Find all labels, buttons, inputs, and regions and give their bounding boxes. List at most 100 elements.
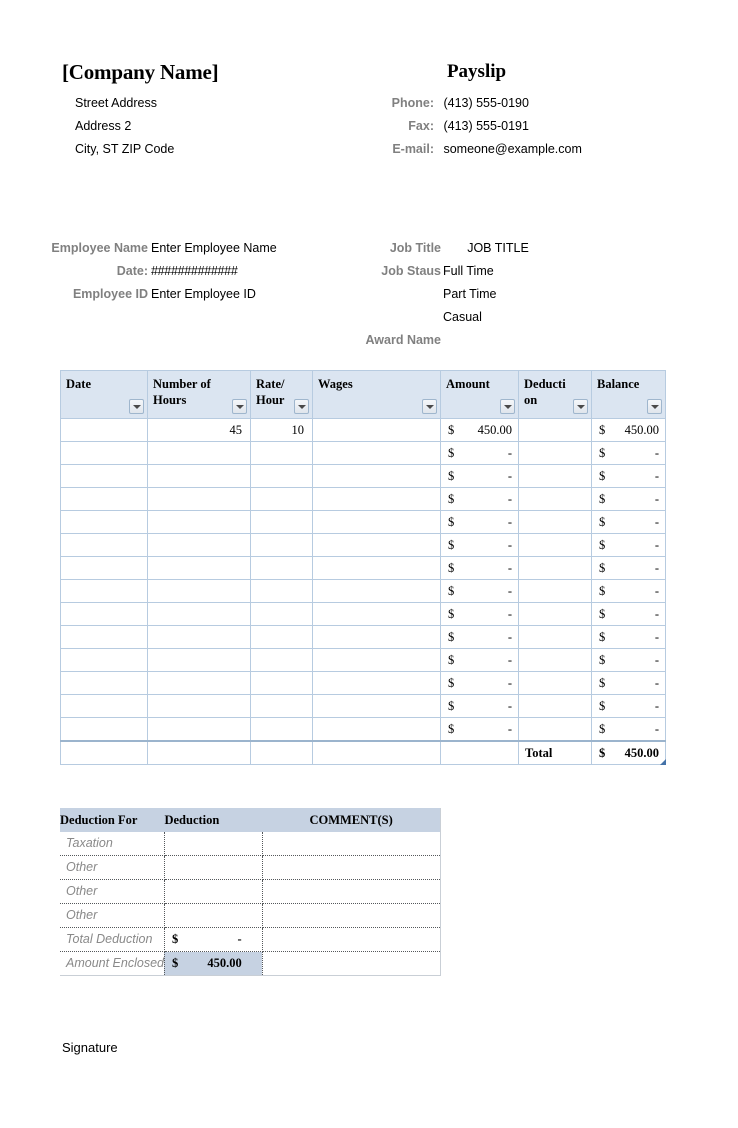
cell-hours[interactable] — [147, 487, 251, 511]
cell-rate[interactable] — [250, 648, 313, 672]
cell-date[interactable] — [60, 556, 148, 580]
deduction-row-comment-cell[interactable] — [262, 903, 442, 928]
cell-hours[interactable] — [147, 579, 251, 603]
filter-dropdown-icon-deduction[interactable] — [573, 399, 588, 414]
filter-dropdown-icon-balance[interactable] — [647, 399, 662, 414]
filter-dropdown-icon-rate[interactable] — [294, 399, 309, 414]
cell-date[interactable] — [60, 441, 148, 465]
cell-deduction[interactable] — [518, 441, 592, 465]
cell-deduction[interactable] — [518, 579, 592, 603]
cell-date[interactable] — [60, 694, 148, 718]
deduction-row-comment-cell[interactable] — [262, 951, 442, 976]
deduction-row-comment-cell[interactable] — [262, 927, 442, 952]
cell-wages[interactable] — [312, 602, 441, 626]
filter-dropdown-icon-date[interactable] — [129, 399, 144, 414]
cell-deduction[interactable] — [518, 648, 592, 672]
cell-rate[interactable] — [250, 464, 313, 488]
cell-hours[interactable] — [147, 556, 251, 580]
cell-wages[interactable] — [312, 464, 441, 488]
cell-deduction[interactable] — [518, 487, 592, 511]
filter-dropdown-icon-hours[interactable] — [232, 399, 247, 414]
cell-rate[interactable] — [250, 602, 313, 626]
cell-date[interactable] — [60, 602, 148, 626]
cell-hours[interactable]: 45 — [147, 418, 251, 442]
cell-deduction[interactable] — [518, 556, 592, 580]
cell-rate[interactable] — [250, 441, 313, 465]
job-title-value[interactable]: JOB TITLE — [443, 241, 553, 255]
cell-rate[interactable] — [250, 556, 313, 580]
cell-wages[interactable] — [312, 510, 441, 534]
cell-date[interactable] — [60, 487, 148, 511]
filter-dropdown-icon-wages[interactable] — [422, 399, 437, 414]
cell-rate[interactable] — [250, 625, 313, 649]
cell-wages[interactable] — [312, 533, 441, 557]
cell-wages[interactable] — [312, 487, 441, 511]
cell-date[interactable] — [60, 648, 148, 672]
cell-date[interactable] — [60, 717, 148, 742]
cell-wages[interactable] — [312, 671, 441, 695]
deduction-row-comment-cell[interactable] — [262, 879, 442, 904]
cell-date[interactable] — [60, 464, 148, 488]
cell-deduction[interactable] — [518, 602, 592, 626]
cell-rate[interactable] — [250, 579, 313, 603]
cell-hours[interactable] — [147, 671, 251, 695]
cell-date[interactable] — [60, 671, 148, 695]
cell-rate[interactable] — [250, 717, 313, 742]
cell-deduction[interactable] — [518, 464, 592, 488]
cell-date[interactable] — [60, 625, 148, 649]
cell-hours[interactable] — [147, 717, 251, 742]
deduction-row-value-cell[interactable] — [164, 879, 263, 904]
cell-rate[interactable] — [250, 487, 313, 511]
cell-rate[interactable] — [250, 510, 313, 534]
cell-hours[interactable] — [147, 441, 251, 465]
date-value[interactable]: ############# — [151, 264, 238, 278]
cell-hours[interactable] — [147, 464, 251, 488]
cell-hours[interactable] — [147, 533, 251, 557]
cell-rate[interactable] — [250, 694, 313, 718]
column-header-deduction[interactable]: Deduction — [518, 370, 592, 419]
cell-hours[interactable] — [147, 510, 251, 534]
cell-date[interactable] — [60, 579, 148, 603]
cell-wages[interactable] — [312, 579, 441, 603]
job-status-option-casual[interactable]: Casual — [443, 310, 482, 324]
deduction-row-value-cell[interactable] — [164, 855, 263, 880]
cell-hours[interactable] — [147, 694, 251, 718]
job-status-option-part-time[interactable]: Part Time — [443, 287, 497, 301]
column-header-wages[interactable]: Wages — [312, 370, 441, 419]
column-header-rate[interactable]: Rate/Hour — [250, 370, 313, 419]
cell-deduction[interactable] — [518, 671, 592, 695]
cell-deduction[interactable] — [518, 625, 592, 649]
employee-id-value[interactable]: Enter Employee ID — [151, 287, 256, 301]
cell-hours[interactable] — [147, 648, 251, 672]
cell-wages[interactable] — [312, 648, 441, 672]
cell-wages[interactable] — [312, 556, 441, 580]
cell-rate[interactable]: 10 — [250, 418, 313, 442]
cell-rate[interactable] — [250, 533, 313, 557]
cell-wages[interactable] — [312, 625, 441, 649]
cell-wages[interactable] — [312, 418, 441, 442]
cell-deduction[interactable] — [518, 533, 592, 557]
cell-date[interactable] — [60, 418, 148, 442]
cell-hours[interactable] — [147, 625, 251, 649]
deduction-row-comment-cell[interactable] — [262, 832, 442, 856]
deduction-row-comment-cell[interactable] — [262, 855, 442, 880]
deduction-row-value-cell[interactable] — [164, 903, 263, 928]
cell-date[interactable] — [60, 510, 148, 534]
cell-rate[interactable] — [250, 671, 313, 695]
cell-deduction[interactable] — [518, 510, 592, 534]
cell-wages[interactable] — [312, 694, 441, 718]
table-resize-handle[interactable] — [660, 759, 666, 765]
filter-dropdown-icon-amount[interactable] — [500, 399, 515, 414]
column-header-amount[interactable]: Amount — [440, 370, 519, 419]
cell-deduction[interactable] — [518, 418, 592, 442]
column-header-balance[interactable]: Balance — [591, 370, 666, 419]
cell-deduction[interactable] — [518, 694, 592, 718]
cell-wages[interactable] — [312, 441, 441, 465]
employee-name-value[interactable]: Enter Employee Name — [151, 241, 277, 255]
job-status-option-full-time[interactable]: Full Time — [443, 264, 494, 278]
cell-hours[interactable] — [147, 602, 251, 626]
cell-date[interactable] — [60, 533, 148, 557]
cell-deduction[interactable] — [518, 717, 592, 742]
column-header-date[interactable]: Date — [60, 370, 148, 419]
deduction-row-value-cell[interactable] — [164, 832, 263, 856]
